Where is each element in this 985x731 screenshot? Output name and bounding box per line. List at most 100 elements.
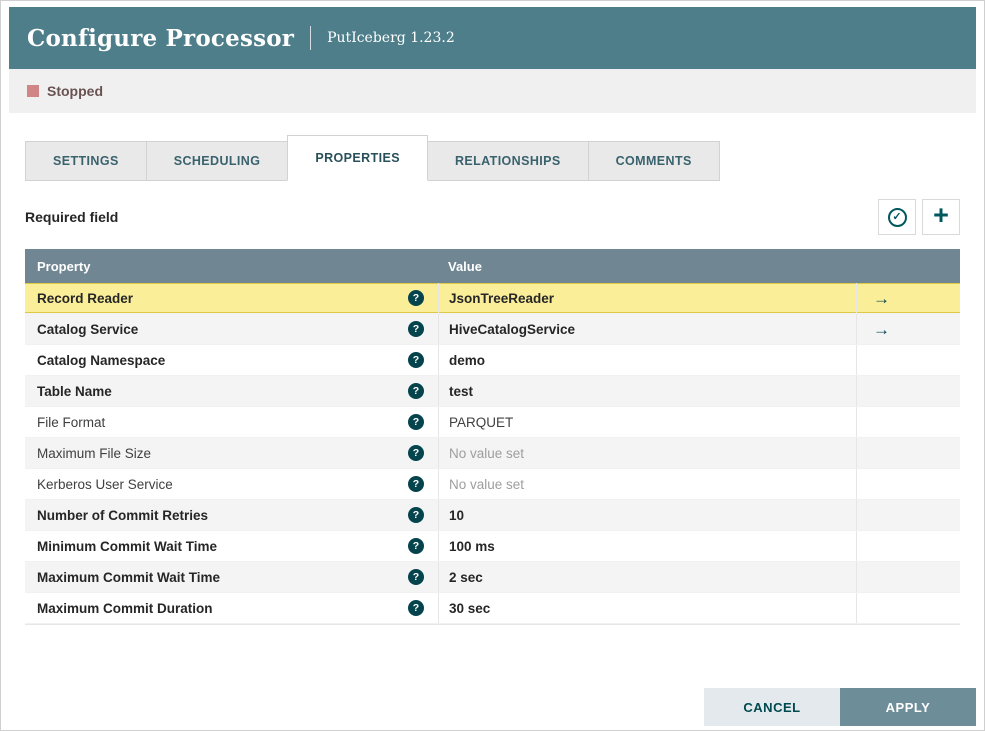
- help-icon[interactable]: ?: [408, 507, 424, 523]
- property-name-cell: Maximum Commit Wait Time ?: [25, 562, 438, 592]
- tab-label: SETTINGS: [53, 154, 119, 168]
- property-name-cell: Maximum Commit Duration ?: [25, 593, 438, 623]
- property-row[interactable]: Table Name ? test: [25, 376, 960, 407]
- status-label: Stopped: [47, 83, 103, 99]
- property-row[interactable]: Catalog Namespace ? demo: [25, 345, 960, 376]
- property-value: 2 sec: [449, 569, 483, 585]
- property-name-cell: Catalog Service ?: [25, 314, 438, 344]
- tab-properties[interactable]: PROPERTIES: [287, 135, 428, 181]
- help-icon[interactable]: ?: [408, 414, 424, 430]
- property-action-cell: [856, 345, 960, 375]
- property-name: Number of Commit Retries: [37, 507, 209, 523]
- properties-toolbar: Required field ✓ +: [25, 199, 960, 235]
- dialog-title: Configure Processor: [27, 24, 295, 52]
- property-name-cell: Catalog Namespace ?: [25, 345, 438, 375]
- property-value-cell[interactable]: demo: [438, 345, 856, 375]
- help-icon[interactable]: ?: [408, 445, 424, 461]
- property-row[interactable]: Record Reader ? JsonTreeReader →: [25, 283, 960, 314]
- property-name: Maximum Commit Duration: [37, 600, 213, 616]
- tab-scheduling[interactable]: SCHEDULING: [145, 141, 289, 181]
- property-name: Catalog Namespace: [37, 352, 166, 368]
- property-row[interactable]: Kerberos User Service ? No value set: [25, 469, 960, 500]
- property-name: Record Reader: [37, 290, 134, 306]
- property-row[interactable]: Maximum Commit Wait Time ? 2 sec: [25, 562, 960, 593]
- column-header-value: Value: [448, 258, 482, 274]
- property-value-cell[interactable]: 30 sec: [438, 593, 856, 623]
- property-value: PARQUET: [449, 414, 514, 430]
- property-value: HiveCatalogService: [449, 321, 576, 337]
- help-icon[interactable]: ?: [408, 476, 424, 492]
- tab-comments[interactable]: COMMENTS: [587, 141, 720, 181]
- property-name-cell: Maximum File Size ?: [25, 438, 438, 468]
- help-icon[interactable]: ?: [408, 290, 424, 306]
- tab-label: COMMENTS: [615, 154, 692, 168]
- check-circle-icon: ✓: [887, 207, 907, 227]
- property-name-cell: Number of Commit Retries ?: [25, 500, 438, 530]
- property-value-cell[interactable]: JsonTreeReader: [438, 283, 856, 313]
- property-action-cell: →: [856, 314, 960, 344]
- property-row[interactable]: Minimum Commit Wait Time ? 100 ms: [25, 531, 960, 562]
- help-icon[interactable]: ?: [408, 321, 424, 337]
- property-value: test: [449, 383, 474, 399]
- tab-label: RELATIONSHIPS: [454, 154, 561, 168]
- property-value-cell[interactable]: test: [438, 376, 856, 406]
- property-value-cell[interactable]: PARQUET: [438, 407, 856, 437]
- property-name-cell: Table Name ?: [25, 376, 438, 406]
- property-value: demo: [449, 352, 486, 368]
- help-icon[interactable]: ?: [408, 383, 424, 399]
- help-icon[interactable]: ?: [408, 538, 424, 554]
- property-value-cell[interactable]: 2 sec: [438, 562, 856, 592]
- property-name-cell: Record Reader ?: [25, 283, 438, 313]
- property-name: Maximum File Size: [37, 445, 152, 461]
- apply-button[interactable]: APPLY: [840, 688, 976, 726]
- property-value: 100 ms: [449, 538, 495, 554]
- property-action-cell: [856, 469, 960, 499]
- help-icon[interactable]: ?: [408, 600, 424, 616]
- table-body: Record Reader ? JsonTreeReader → Catalog…: [25, 283, 960, 625]
- cancel-button[interactable]: CANCEL: [704, 688, 840, 726]
- help-icon[interactable]: ?: [408, 569, 424, 585]
- property-action-cell: [856, 562, 960, 592]
- property-value-cell[interactable]: HiveCatalogService: [438, 314, 856, 344]
- property-value-cell[interactable]: 100 ms: [438, 531, 856, 561]
- configure-processor-dialog: Configure Processor PutIceberg 1.23.2 St…: [0, 0, 985, 731]
- property-action-cell: [856, 407, 960, 437]
- property-value: 30 sec: [449, 600, 491, 616]
- tab-settings[interactable]: SETTINGS: [25, 141, 147, 181]
- tab-relationships[interactable]: RELATIONSHIPS: [426, 141, 589, 181]
- verify-properties-button[interactable]: ✓: [878, 199, 916, 235]
- property-value-cell[interactable]: 10: [438, 500, 856, 530]
- property-name: Table Name: [37, 383, 112, 399]
- property-row[interactable]: Maximum Commit Duration ? 30 sec: [25, 593, 960, 624]
- help-icon[interactable]: ?: [408, 352, 424, 368]
- property-row[interactable]: Number of Commit Retries ? 10: [25, 500, 960, 531]
- dialog-header: Configure Processor PutIceberg 1.23.2: [9, 7, 976, 69]
- property-name: Kerberos User Service: [37, 476, 173, 492]
- property-name-cell: Kerberos User Service ?: [25, 469, 438, 499]
- property-row[interactable]: Catalog Service ? HiveCatalogService →: [25, 314, 960, 345]
- toolbar-buttons: ✓ +: [872, 199, 960, 235]
- property-value-cell[interactable]: No value set: [438, 469, 856, 499]
- required-field-label: Required field: [25, 209, 119, 225]
- tab-bar: SETTINGS SCHEDULING PROPERTIES RELATIONS…: [25, 135, 960, 181]
- goto-service-arrow-icon[interactable]: →: [873, 321, 890, 338]
- property-value: No value set: [449, 476, 525, 492]
- tab-label: PROPERTIES: [315, 151, 400, 165]
- property-row[interactable]: Maximum File Size ? No value set: [25, 438, 960, 469]
- tab-label: SCHEDULING: [173, 154, 261, 168]
- property-action-cell: →: [856, 283, 960, 313]
- property-name-cell: Minimum Commit Wait Time ?: [25, 531, 438, 561]
- goto-service-arrow-icon[interactable]: →: [873, 290, 890, 307]
- plus-icon: +: [933, 200, 949, 230]
- property-value: 10: [449, 507, 465, 523]
- property-value-cell[interactable]: No value set: [438, 438, 856, 468]
- property-action-cell: [856, 500, 960, 530]
- property-name: File Format: [37, 414, 106, 430]
- property-name: Minimum Commit Wait Time: [37, 538, 218, 554]
- column-header-property: Property: [37, 258, 91, 274]
- add-property-button[interactable]: +: [922, 199, 960, 235]
- status-bar: Stopped: [9, 69, 976, 113]
- property-row[interactable]: File Format ? PARQUET: [25, 407, 960, 438]
- property-name: Catalog Service: [37, 321, 139, 337]
- property-action-cell: [856, 593, 960, 623]
